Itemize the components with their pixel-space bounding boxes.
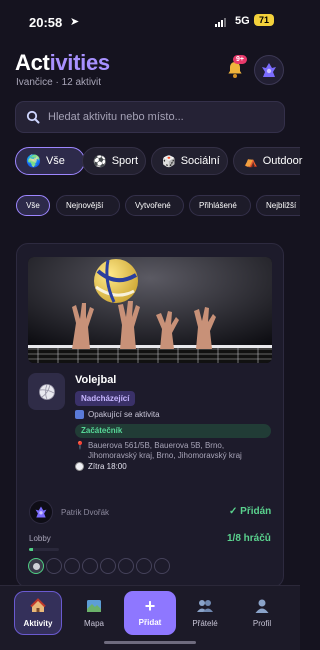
lobby-slot-empty <box>64 558 80 574</box>
search-input[interactable]: Hledat aktivitu nebo místo... <box>15 101 285 133</box>
nav-activities[interactable]: Aktivity <box>14 591 62 635</box>
filter-chip-joined[interactable]: Přihlášené <box>189 195 251 216</box>
activity-title: Volejbal <box>75 374 117 386</box>
user-avatar-icon <box>35 506 47 518</box>
player-count: 1/8 hráčů <box>227 533 271 544</box>
category-chip-sport[interactable]: ⚽ Sport <box>82 147 146 175</box>
category-chip-outdoor[interactable]: ⛺ Outdoor <box>233 147 303 175</box>
lobby-slot-empty <box>46 558 62 574</box>
filter-label: Přihlášené <box>199 201 237 210</box>
friends-icon <box>197 600 213 612</box>
activity-image <box>28 257 272 363</box>
signal-icon <box>215 17 226 27</box>
lobby-slot-filled <box>28 558 44 574</box>
address-text: Bauerova 561/5B, Bauerova 5B, Brno, Jiho… <box>87 441 242 460</box>
location-arrow-icon: ➤ <box>70 16 80 28</box>
filter-chip-created[interactable]: Vytvořené <box>125 195 184 216</box>
lobby-slot-empty <box>118 558 134 574</box>
globe-icon: 🌍 <box>26 154 41 168</box>
activity-address: 📍 Bauerova 561/5B, Bauerova 5B, Brno, Ji… <box>75 441 265 461</box>
joined-status: ✓ Přidán <box>229 506 272 517</box>
recurring-text: Opakující se aktivita <box>88 410 160 419</box>
category-label: Sport <box>111 155 138 167</box>
nav-friends[interactable]: Přátelé <box>181 591 229 635</box>
category-label: Sociální <box>180 155 220 167</box>
activity-category-icon <box>28 373 65 410</box>
battery-icon: 71 <box>254 14 274 26</box>
house-icon <box>30 598 46 612</box>
recurring-info: Opakující se aktivita <box>75 410 160 419</box>
lobby-label: Lobby <box>29 534 51 543</box>
nav-label: Mapa <box>83 619 104 628</box>
search-icon <box>26 110 40 124</box>
tent-icon: ⛺ <box>244 155 258 168</box>
location-subtitle: Ivančice · 12 aktivit <box>16 77 102 88</box>
lobby-slot-empty <box>154 558 170 574</box>
notification-badge: 9+ <box>233 55 247 64</box>
organizer-avatar[interactable] <box>29 500 53 524</box>
lobby-progress-bar <box>29 548 59 551</box>
nav-add-button[interactable]: + Přidat <box>124 591 176 635</box>
status-bar: 20:58 ➤ 5G 71 <box>0 0 300 40</box>
title-part1: Act <box>15 50 50 75</box>
level-badge: Začátečník <box>75 424 271 438</box>
filter-label: Nejbližší <box>266 201 297 210</box>
page-title: Activities <box>15 50 110 76</box>
user-avatar-icon <box>262 63 276 77</box>
soccer-ball-icon: ⚽ <box>93 155 107 168</box>
filter-label: Nejnovější <box>66 201 104 210</box>
nav-label: Profil <box>252 619 272 628</box>
profile-avatar-button[interactable] <box>254 55 284 85</box>
datetime-text: Zítra 18:00 <box>88 462 127 471</box>
search-placeholder: Hledat aktivitu nebo místo... <box>48 111 184 123</box>
nav-label: Aktivity <box>23 619 53 628</box>
lobby-slot-empty <box>82 558 98 574</box>
organizer-name: Patrik Dvořák <box>61 508 110 517</box>
profile-icon <box>255 599 269 613</box>
clock-icon <box>75 462 84 471</box>
status-badge: Nadcházející <box>75 391 136 406</box>
repeat-icon <box>75 410 84 419</box>
category-label: Vše <box>45 155 65 167</box>
player-avatar-icon <box>32 562 40 570</box>
lobby-progress-fill <box>29 548 33 551</box>
pin-icon: 📍 <box>75 441 85 450</box>
lobby-slot-empty <box>136 558 152 574</box>
nav-label: Přidat <box>138 618 162 627</box>
category-label: Outdoor <box>262 155 303 167</box>
nav-map[interactable]: Mapa <box>70 591 118 635</box>
filter-label: Vše <box>26 201 40 210</box>
nav-label: Přátelé <box>192 619 218 628</box>
dice-icon: 🎲 <box>162 155 176 168</box>
title-part2: ivities <box>49 50 111 75</box>
filter-chip-all[interactable]: Vše <box>16 195 50 216</box>
nav-profile[interactable]: Profil <box>238 591 286 635</box>
activity-datetime: Zítra 18:00 <box>75 462 127 471</box>
status-time: 20:58 <box>29 15 63 30</box>
filter-label: Vytvořené <box>135 201 171 210</box>
map-icon <box>87 600 101 612</box>
lobby-slot-empty <box>100 558 116 574</box>
plus-icon: + <box>144 596 156 616</box>
category-chip-all[interactable]: 🌍 Vše <box>15 147 85 175</box>
home-indicator <box>104 641 196 644</box>
volleyball-icon <box>38 383 55 400</box>
filter-chip-newest[interactable]: Nejnovější <box>56 195 120 216</box>
category-chip-social[interactable]: 🎲 Sociální <box>151 147 228 175</box>
filter-chip-nearest[interactable]: Nejbližší <box>256 195 300 216</box>
network-label: 5G <box>235 15 250 27</box>
